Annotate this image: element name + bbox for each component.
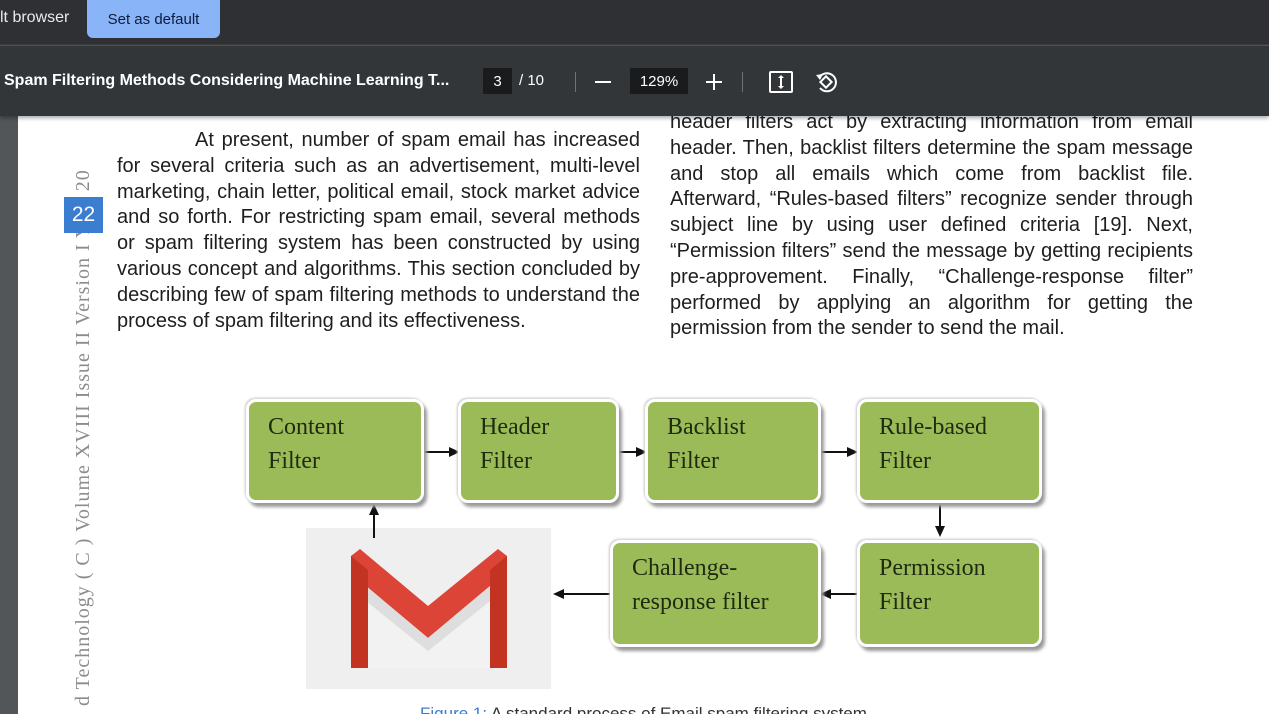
document-title: Spam Filtering Methods Considering Machi… [4, 72, 450, 89]
toolbar-divider [575, 72, 576, 92]
zoom-level-input[interactable]: 129% [630, 68, 688, 94]
fit-page-icon [769, 71, 793, 93]
page-number-input[interactable]: 3 [483, 68, 512, 94]
zoom-in-button[interactable] [700, 68, 728, 96]
page-total: / 10 [519, 72, 545, 89]
figure-caption: Figure 1: A standard process of Email sp… [420, 704, 867, 714]
challenge-response-filter-box: Challenge- response filter [610, 540, 821, 647]
rule-based-filter-box: Rule-based Filter [857, 399, 1042, 503]
content-filter-box: Content Filter [246, 399, 424, 503]
gmail-logo-icon [351, 549, 507, 668]
infobar-message: lt browser [0, 9, 70, 26]
pdf-page: d Technology ( C ) Volume XVIII Issue II… [18, 116, 1269, 714]
pdf-toolbar: Spam Filtering Methods Considering Machi… [0, 46, 1269, 116]
figure-caption-label: Figure 1: [420, 704, 488, 714]
rotate-button[interactable] [811, 67, 841, 97]
header-filter-box: Header Filter [458, 399, 619, 503]
permission-filter-box: Permission Filter [857, 540, 1042, 647]
spam-filter-diagram: Content Filter Header Filter Backlist Fi… [18, 116, 1269, 714]
rotate-icon [816, 72, 837, 93]
figure-caption-text: A standard process of Email spam filteri… [487, 704, 867, 714]
toolbar-divider [742, 72, 743, 92]
minus-icon [595, 81, 611, 83]
backlist-filter-box: Backlist Filter [645, 399, 821, 503]
plus-icon [706, 74, 722, 90]
fit-to-page-button[interactable] [766, 67, 796, 97]
default-browser-infobar: lt browser Set as default [0, 0, 1269, 45]
set-as-default-button[interactable]: Set as default [87, 0, 220, 38]
zoom-out-button[interactable] [589, 68, 617, 96]
